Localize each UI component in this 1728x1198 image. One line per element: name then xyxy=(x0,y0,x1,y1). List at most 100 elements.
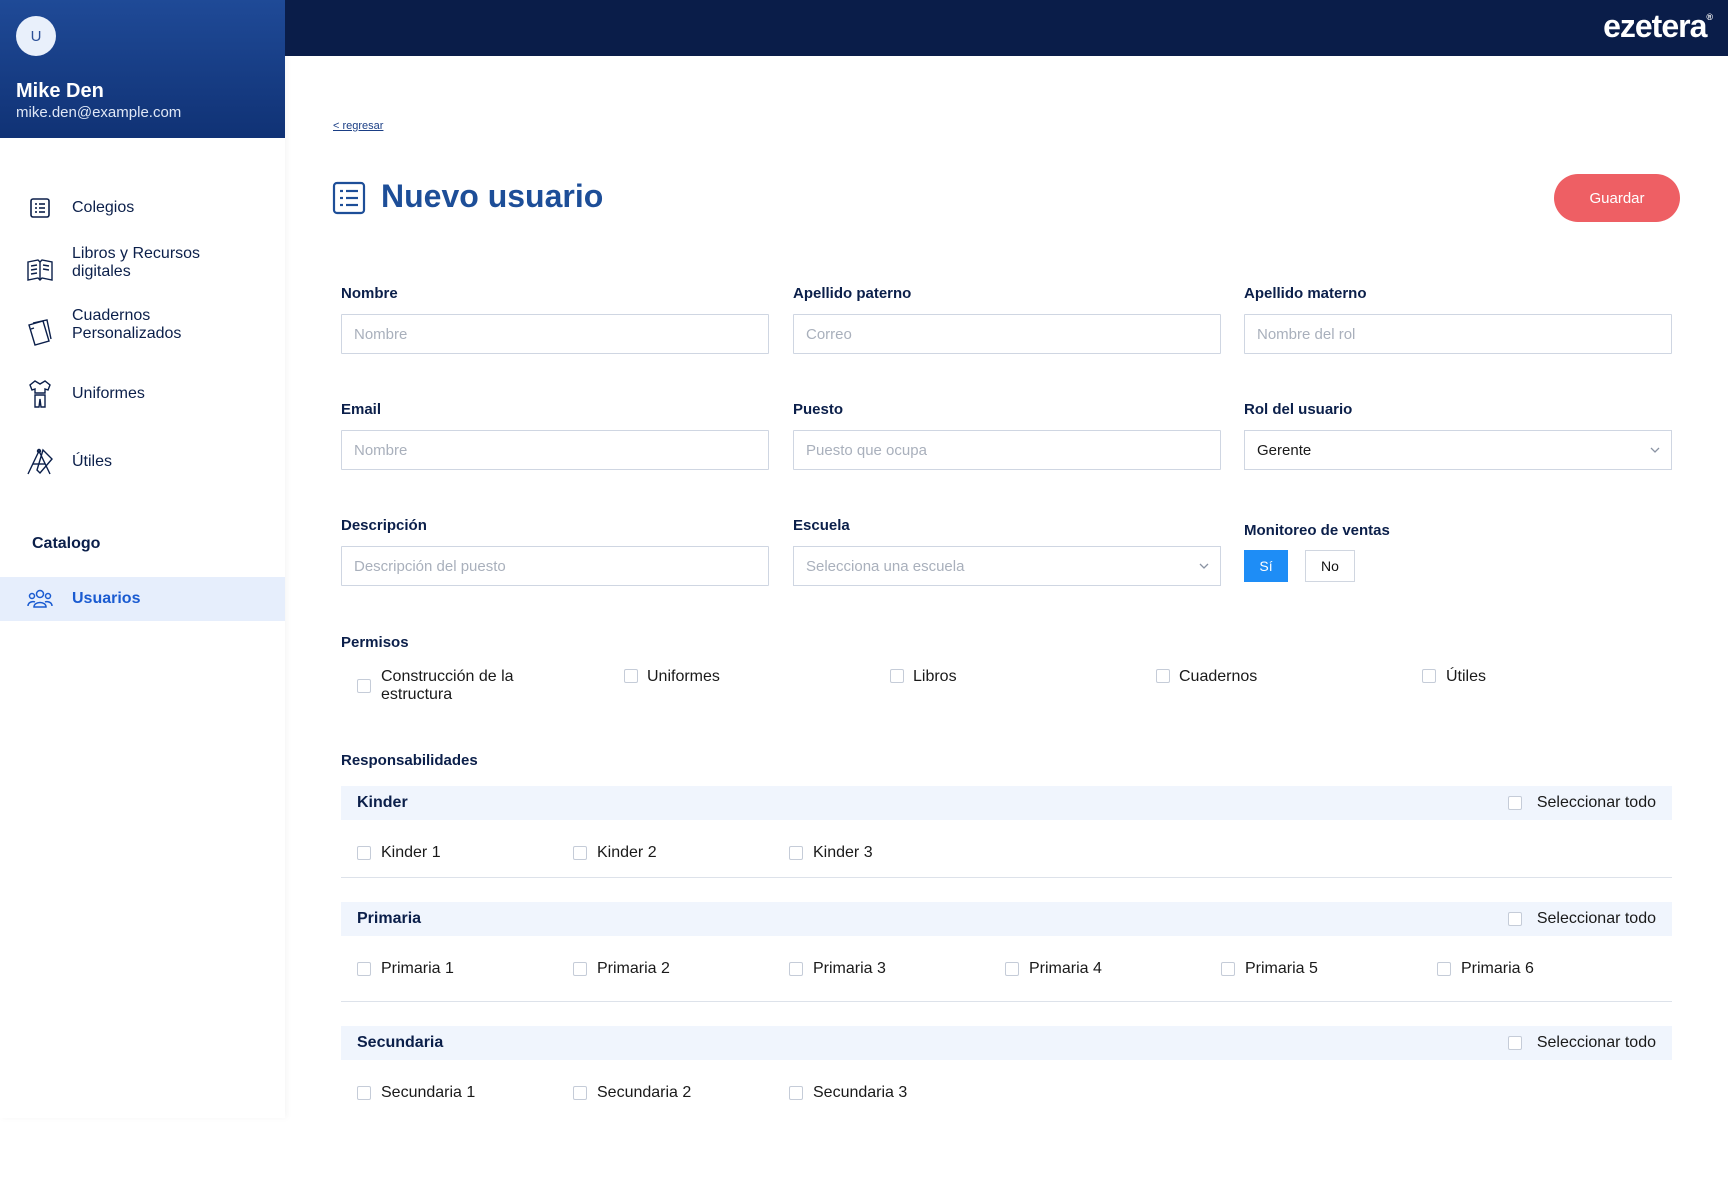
grade-checkbox[interactable] xyxy=(789,846,803,860)
user-name: Mike Den xyxy=(16,80,104,102)
permiso-label: Útiles xyxy=(1446,668,1487,685)
sidebar-item-label: Usuarios xyxy=(72,590,141,607)
grade-checkbox[interactable] xyxy=(789,1086,803,1100)
grade-checkbox[interactable] xyxy=(573,962,587,976)
sidebar-item-label: Libros y Recursos digitales xyxy=(72,245,201,280)
section-title: Kinder xyxy=(357,794,408,811)
user-profile: U Mike Den mike.den@example.com xyxy=(0,0,285,138)
sidebar-item-label: Cuadernos Personalizados xyxy=(72,307,182,342)
grade-label: Kinder 3 xyxy=(813,844,873,861)
grade-label: Primaria 4 xyxy=(1029,960,1102,977)
grade-checkbox[interactable] xyxy=(789,962,803,976)
monitoreo-yes-button[interactable]: Sí xyxy=(1244,550,1288,582)
grade-label: Secundaria 3 xyxy=(813,1084,908,1101)
descripcion-field[interactable] xyxy=(341,546,769,586)
select-all-checkbox[interactable] xyxy=(1508,912,1522,926)
rol-label: Rol del usuario xyxy=(1244,401,1353,418)
email-field[interactable] xyxy=(341,430,769,470)
sidebar-item-utiles[interactable]: Útiles xyxy=(0,434,285,490)
school-supplies-icon xyxy=(25,447,55,477)
section-primaria: Primaria Seleccionar todo xyxy=(341,902,1672,936)
grade-checkbox[interactable] xyxy=(1005,962,1019,976)
grade-label: Kinder 2 xyxy=(597,844,657,861)
apellido-materno-field[interactable] xyxy=(1244,314,1672,354)
select-all-checkbox[interactable] xyxy=(1508,796,1522,810)
grade-label: Kinder 1 xyxy=(381,844,441,861)
nombre-field[interactable] xyxy=(341,314,769,354)
section-title: Primaria xyxy=(357,910,422,927)
permiso-checkbox[interactable] xyxy=(624,669,638,683)
select-all-label: Seleccionar todo xyxy=(1536,910,1656,927)
permiso-checkbox[interactable] xyxy=(1156,669,1170,683)
book-icon xyxy=(25,255,55,285)
sidebar-item-cuadernos[interactable]: Cuadernos Personalizados xyxy=(0,304,285,360)
permiso-label: Construcción de la estructura xyxy=(381,668,514,703)
sidebar-item-usuarios[interactable]: Usuarios xyxy=(0,577,285,621)
select-all-checkbox[interactable] xyxy=(1508,1036,1522,1050)
back-link[interactable]: < regresar xyxy=(333,120,383,132)
escuela-select[interactable]: Selecciona una escuela xyxy=(793,546,1221,586)
sidebar: U Mike Den mike.den@example.com Colegios… xyxy=(0,0,285,1118)
brand-logo[interactable]: ezetera® xyxy=(1603,8,1713,45)
descripcion-label: Descripción xyxy=(341,517,427,534)
grade-label: Primaria 5 xyxy=(1245,960,1318,977)
grade-checkbox[interactable] xyxy=(573,846,587,860)
divider xyxy=(341,877,1672,878)
apellido-paterno-label: Apellido paterno xyxy=(793,285,912,302)
permiso-label: Uniformes xyxy=(647,668,720,685)
sidebar-item-label: Uniformes xyxy=(72,385,145,402)
permisos-label: Permisos xyxy=(341,634,409,651)
permiso-checkbox[interactable] xyxy=(1422,669,1436,683)
monitoreo-no-button[interactable]: No xyxy=(1305,550,1355,582)
chevron-down-icon xyxy=(1650,447,1660,453)
notebook-icon xyxy=(25,317,55,347)
apellido-paterno-field[interactable] xyxy=(793,314,1221,354)
sidebar-item-uniformes[interactable]: Uniformes xyxy=(0,366,285,422)
select-all-label: Seleccionar todo xyxy=(1536,794,1656,811)
user-email: mike.den@example.com xyxy=(16,104,182,121)
sidebar-item-label: Útiles xyxy=(72,453,113,470)
permiso-label: Cuadernos xyxy=(1179,668,1258,685)
top-bar: ezetera® xyxy=(285,0,1728,56)
chevron-down-icon xyxy=(1199,563,1209,569)
puesto-field[interactable] xyxy=(793,430,1221,470)
responsabilidades-label: Responsabilidades xyxy=(341,752,478,769)
permiso-checkbox[interactable] xyxy=(890,669,904,683)
section-title: Secundaria xyxy=(357,1034,444,1051)
page-title: Nuevo usuario xyxy=(381,178,604,214)
permiso-label: Libros xyxy=(913,668,957,685)
select-all-label: Seleccionar todo xyxy=(1536,1034,1656,1051)
registered-mark: ® xyxy=(1706,12,1713,22)
monitoreo-label: Monitoreo de ventas xyxy=(1244,522,1390,539)
escuela-select-placeholder: Selecciona una escuela xyxy=(806,557,965,575)
section-kinder: Kinder Seleccionar todo xyxy=(341,786,1672,820)
rol-select[interactable]: Gerente xyxy=(1244,430,1672,470)
grade-checkbox[interactable] xyxy=(357,1086,371,1100)
grade-label: Secundaria 2 xyxy=(597,1084,692,1101)
list-icon xyxy=(25,193,55,223)
grade-checkbox[interactable] xyxy=(573,1086,587,1100)
divider xyxy=(341,1001,1672,1002)
apellido-materno-label: Apellido materno xyxy=(1244,285,1367,302)
nombre-label: Nombre xyxy=(341,285,398,302)
grade-label: Secundaria 1 xyxy=(381,1084,476,1101)
sidebar-item-libros[interactable]: Libros y Recursos digitales xyxy=(0,242,285,298)
grade-label: Primaria 1 xyxy=(381,960,454,977)
brand-logo-text: ezetera xyxy=(1603,8,1707,44)
section-secundaria: Secundaria Seleccionar todo xyxy=(341,1026,1672,1060)
permiso-checkbox[interactable] xyxy=(357,679,371,693)
list-icon xyxy=(332,181,366,215)
sidebar-section-catalogo[interactable]: Catalogo xyxy=(32,535,100,553)
grade-checkbox[interactable] xyxy=(1221,962,1235,976)
uniform-icon xyxy=(25,379,55,409)
users-icon xyxy=(25,584,55,614)
sidebar-item-colegios[interactable]: Colegios list-icon xyxy=(0,180,285,236)
avatar[interactable]: U xyxy=(16,16,56,56)
save-button[interactable]: Guardar xyxy=(1554,174,1680,222)
rol-select-value: Gerente xyxy=(1257,441,1312,459)
grade-label: Primaria 3 xyxy=(813,960,886,977)
grade-checkbox[interactable] xyxy=(357,962,371,976)
grade-checkbox[interactable] xyxy=(1437,962,1451,976)
grade-checkbox[interactable] xyxy=(357,846,371,860)
grade-label: Primaria 6 xyxy=(1461,960,1534,977)
